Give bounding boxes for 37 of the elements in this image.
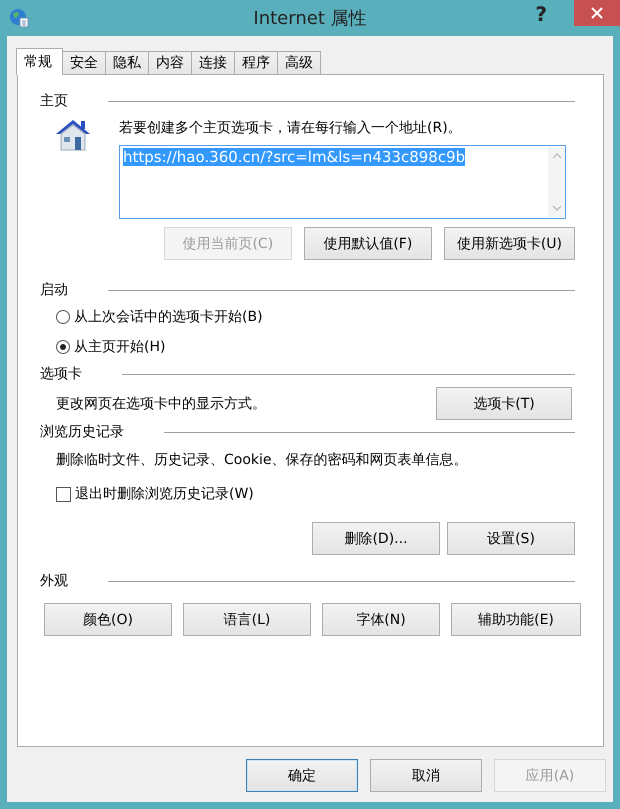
tab[interactable]: 常规 xyxy=(16,48,63,75)
button[interactable]: 使用新选项卡(U) xyxy=(444,227,575,260)
section-heading: 浏览历史记录 xyxy=(40,423,124,441)
help-button[interactable]: ? xyxy=(531,2,551,26)
tab[interactable]: 内容 xyxy=(148,51,192,74)
description-text: 更改网页在选项卡中的显示方式。 xyxy=(56,394,266,412)
section-heading: 外观 xyxy=(40,572,68,590)
button[interactable]: 确定 xyxy=(246,759,358,792)
option-label[interactable]: 从主页开始(H) xyxy=(74,338,166,356)
globe-icon xyxy=(9,8,29,28)
tab[interactable]: 隐私 xyxy=(105,51,149,74)
section-heading: 选项卡 xyxy=(40,365,82,383)
instruction-text: 若要创建多个主页选项卡，请在每行输入一个地址(R)。 xyxy=(119,119,463,137)
option-label[interactable]: 从上次会话中的选项卡开始(B) xyxy=(74,308,263,326)
radio-button[interactable] xyxy=(56,340,70,354)
close-icon xyxy=(591,7,603,19)
window-title: Internet 属性 xyxy=(253,7,367,30)
tab[interactable]: 程序 xyxy=(234,51,278,74)
close-button[interactable] xyxy=(574,0,620,26)
tab[interactable]: 高级 xyxy=(277,51,321,74)
section-heading: 主页 xyxy=(40,92,68,110)
section-heading: 启动 xyxy=(40,281,68,299)
button[interactable]: 字体(N) xyxy=(322,603,440,636)
tab[interactable]: 安全 xyxy=(62,51,106,74)
description-text: 删除临时文件、历史记录、Cookie、保存的密码和网页表单信息。 xyxy=(56,451,468,469)
button[interactable]: 使用默认值(F) xyxy=(304,227,432,260)
tab[interactable]: 连接 xyxy=(191,51,235,74)
button[interactable]: 取消 xyxy=(370,759,482,792)
checkbox[interactable] xyxy=(56,486,71,502)
button[interactable]: 删除(D)... xyxy=(312,522,440,555)
checkbox-label[interactable]: 退出时删除浏览历史记录(W) xyxy=(75,485,254,503)
button[interactable]: 辅助功能(E) xyxy=(451,603,581,636)
button[interactable]: 设置(S) xyxy=(447,522,575,555)
tabs-button[interactable]: 选项卡(T) xyxy=(436,387,572,420)
button[interactable]: 颜色(O) xyxy=(44,603,172,636)
radio-button[interactable] xyxy=(56,310,70,324)
button[interactable]: 语言(L) xyxy=(183,603,311,636)
